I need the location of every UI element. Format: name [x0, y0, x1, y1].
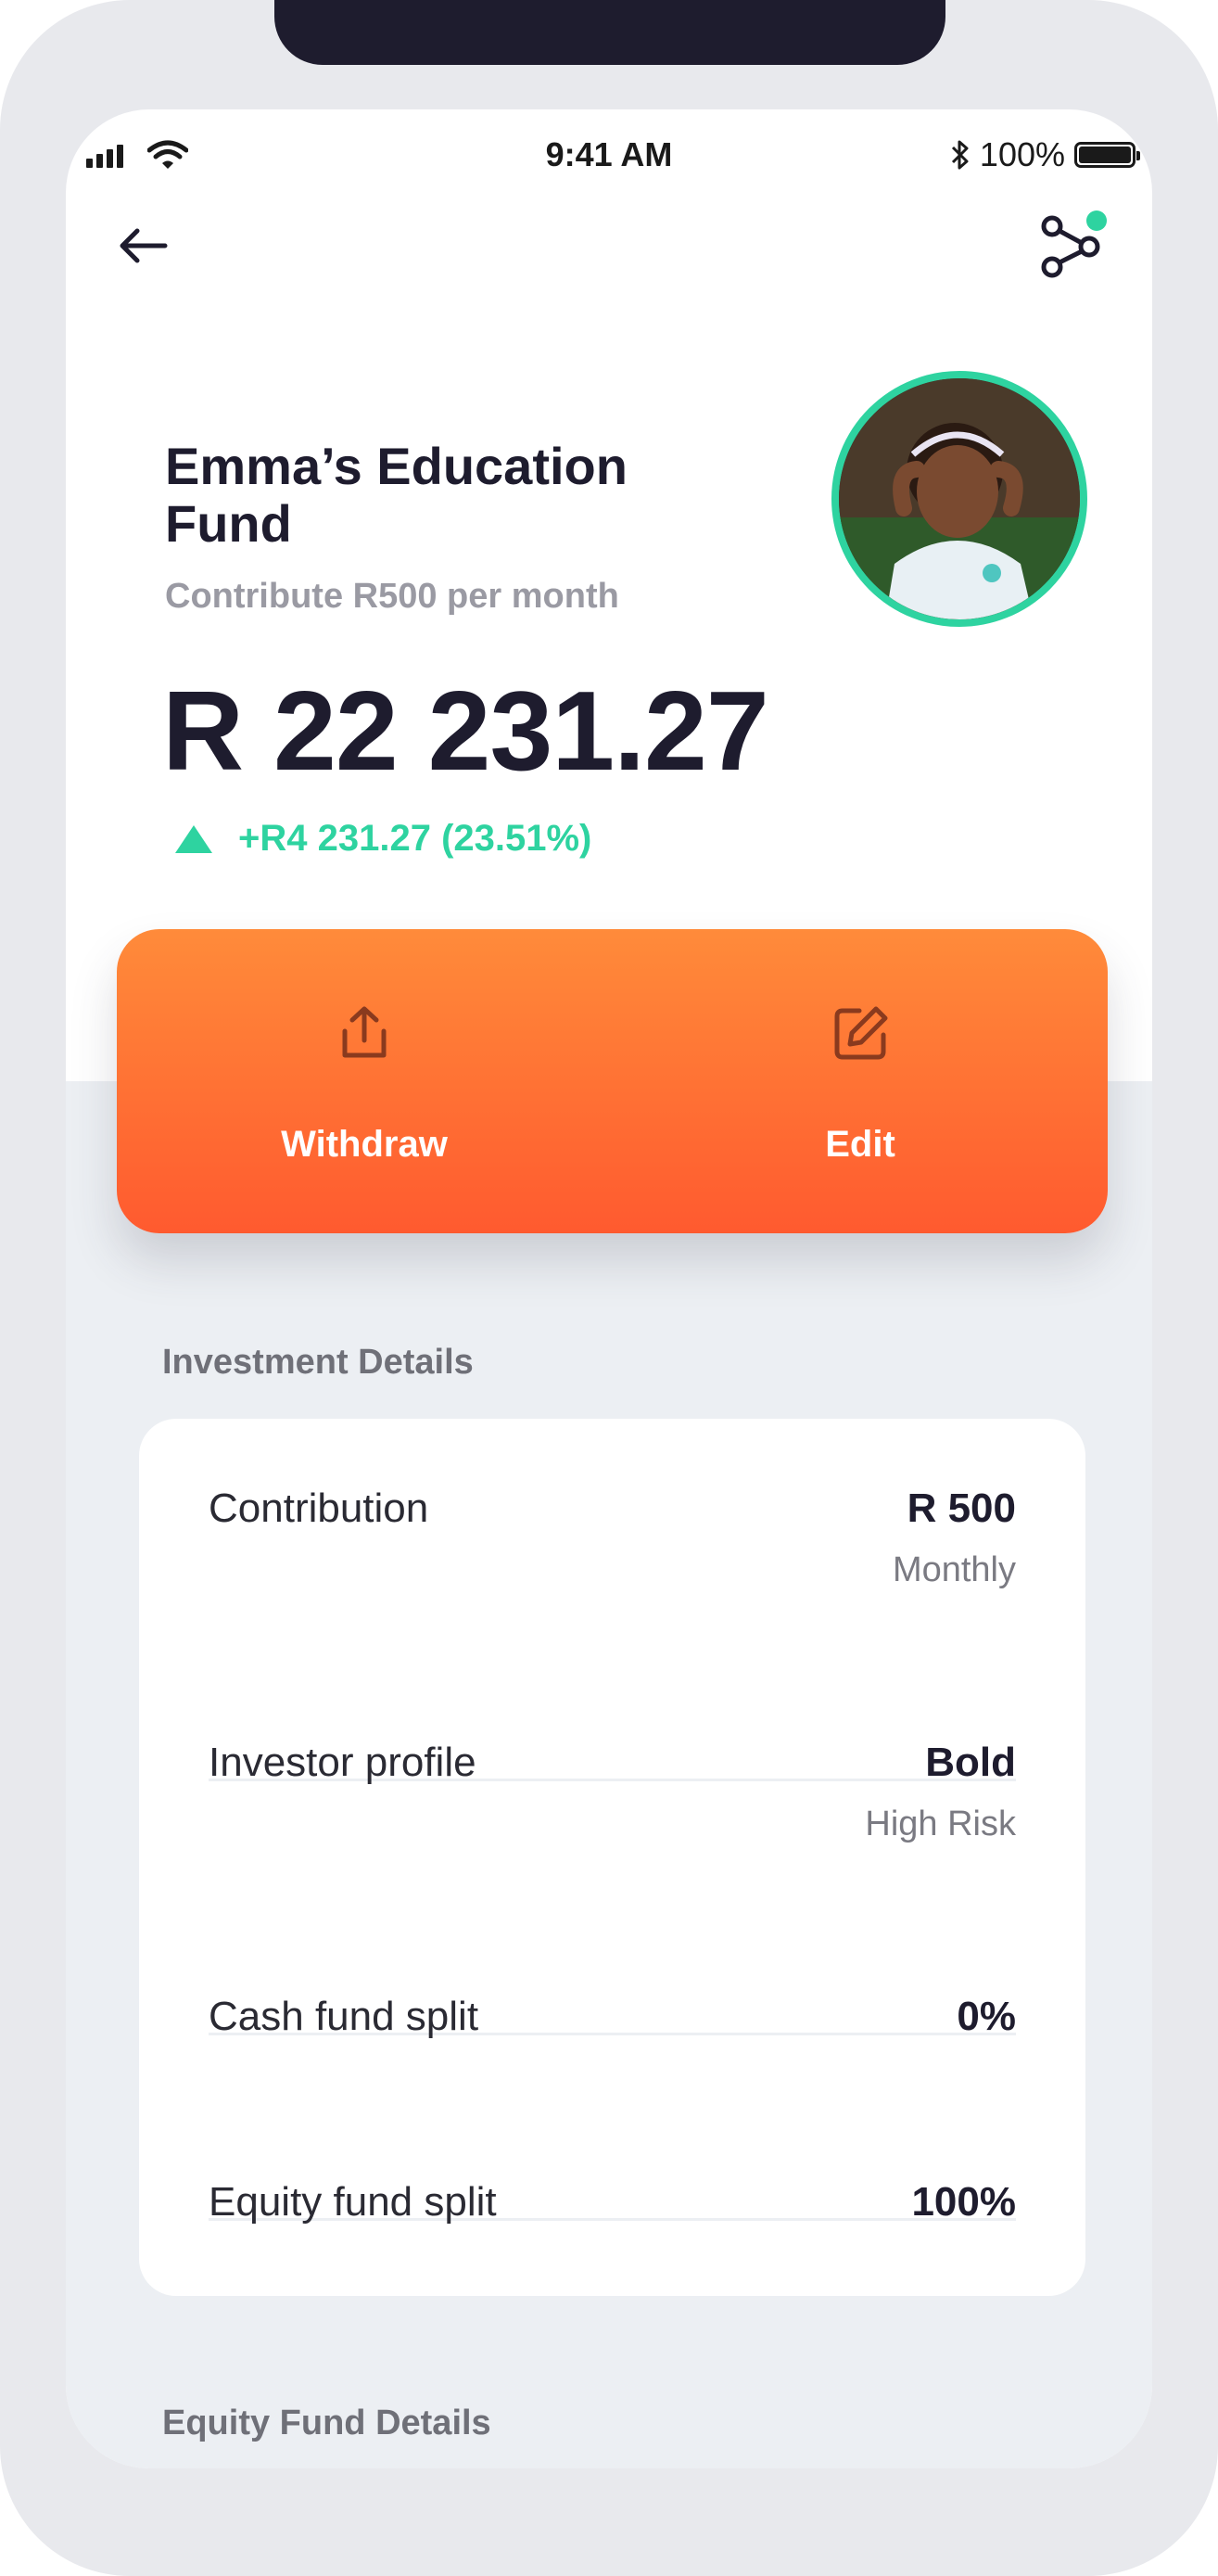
share-button[interactable]: [1032, 202, 1115, 286]
fund-title: Emma’s Education Fund: [165, 437, 628, 553]
withdraw-label: Withdraw: [281, 1124, 448, 1165]
device-notch: [274, 0, 945, 65]
investment-details-heading: Investment Details: [162, 1343, 474, 1382]
back-arrow-icon: [120, 228, 168, 263]
fund-subtitle: Contribute R500 per month: [165, 577, 619, 616]
avatar: [831, 371, 1087, 627]
edit-label: Edit: [825, 1124, 895, 1165]
withdraw-button[interactable]: Withdraw: [117, 929, 612, 1233]
share-icon: [1041, 210, 1107, 278]
detail-value: Bold: [925, 1740, 1016, 1785]
detail-subvalue: High Risk: [865, 1804, 1016, 1843]
detail-subvalue: Monthly: [892, 1550, 1016, 1589]
child-photo: [839, 378, 1080, 619]
battery-icon: [1074, 142, 1140, 168]
bluetooth-icon: [951, 140, 969, 170]
detail-label: Contribution: [209, 1486, 429, 1531]
detail-label: Investor profile: [209, 1740, 476, 1785]
battery-percent: 100%: [979, 135, 1065, 173]
equity-fund-details-heading: Equity Fund Details: [162, 2404, 491, 2442]
detail-value: R 500: [907, 1486, 1016, 1531]
status-bar: 9:41 AM 100%: [66, 126, 1152, 182]
fund-amount: R 22 231.27: [162, 668, 769, 794]
detail-value: 0%: [957, 1994, 1016, 2039]
edit-icon: [834, 1006, 888, 1060]
fund-change: +R4 231.27 (23.51%): [175, 818, 591, 860]
app-screen: 9:41 AM 100% Emma’s Education Fund Contr…: [66, 109, 1152, 2468]
detail-label: Cash fund split: [209, 1994, 479, 2039]
back-button[interactable]: [110, 213, 175, 278]
detail-label: Equity fund split: [209, 2179, 497, 2225]
edit-button[interactable]: Edit: [613, 929, 1108, 1233]
status-right: 100%: [950, 135, 1140, 174]
upload-icon: [342, 1006, 387, 1058]
phone-frame: 9:41 AM 100% Emma’s Education Fund Contr…: [0, 0, 1218, 2576]
trend-up-icon: [175, 824, 212, 853]
fund-change-value: +R4 231.27 (23.51%): [238, 818, 592, 859]
action-card: Withdraw Edit: [117, 929, 1108, 1233]
notification-dot: [1086, 210, 1107, 231]
investment-details-card: Contribution R 500 Monthly Investor prof…: [139, 1419, 1085, 2296]
detail-value: 100%: [911, 2179, 1016, 2225]
